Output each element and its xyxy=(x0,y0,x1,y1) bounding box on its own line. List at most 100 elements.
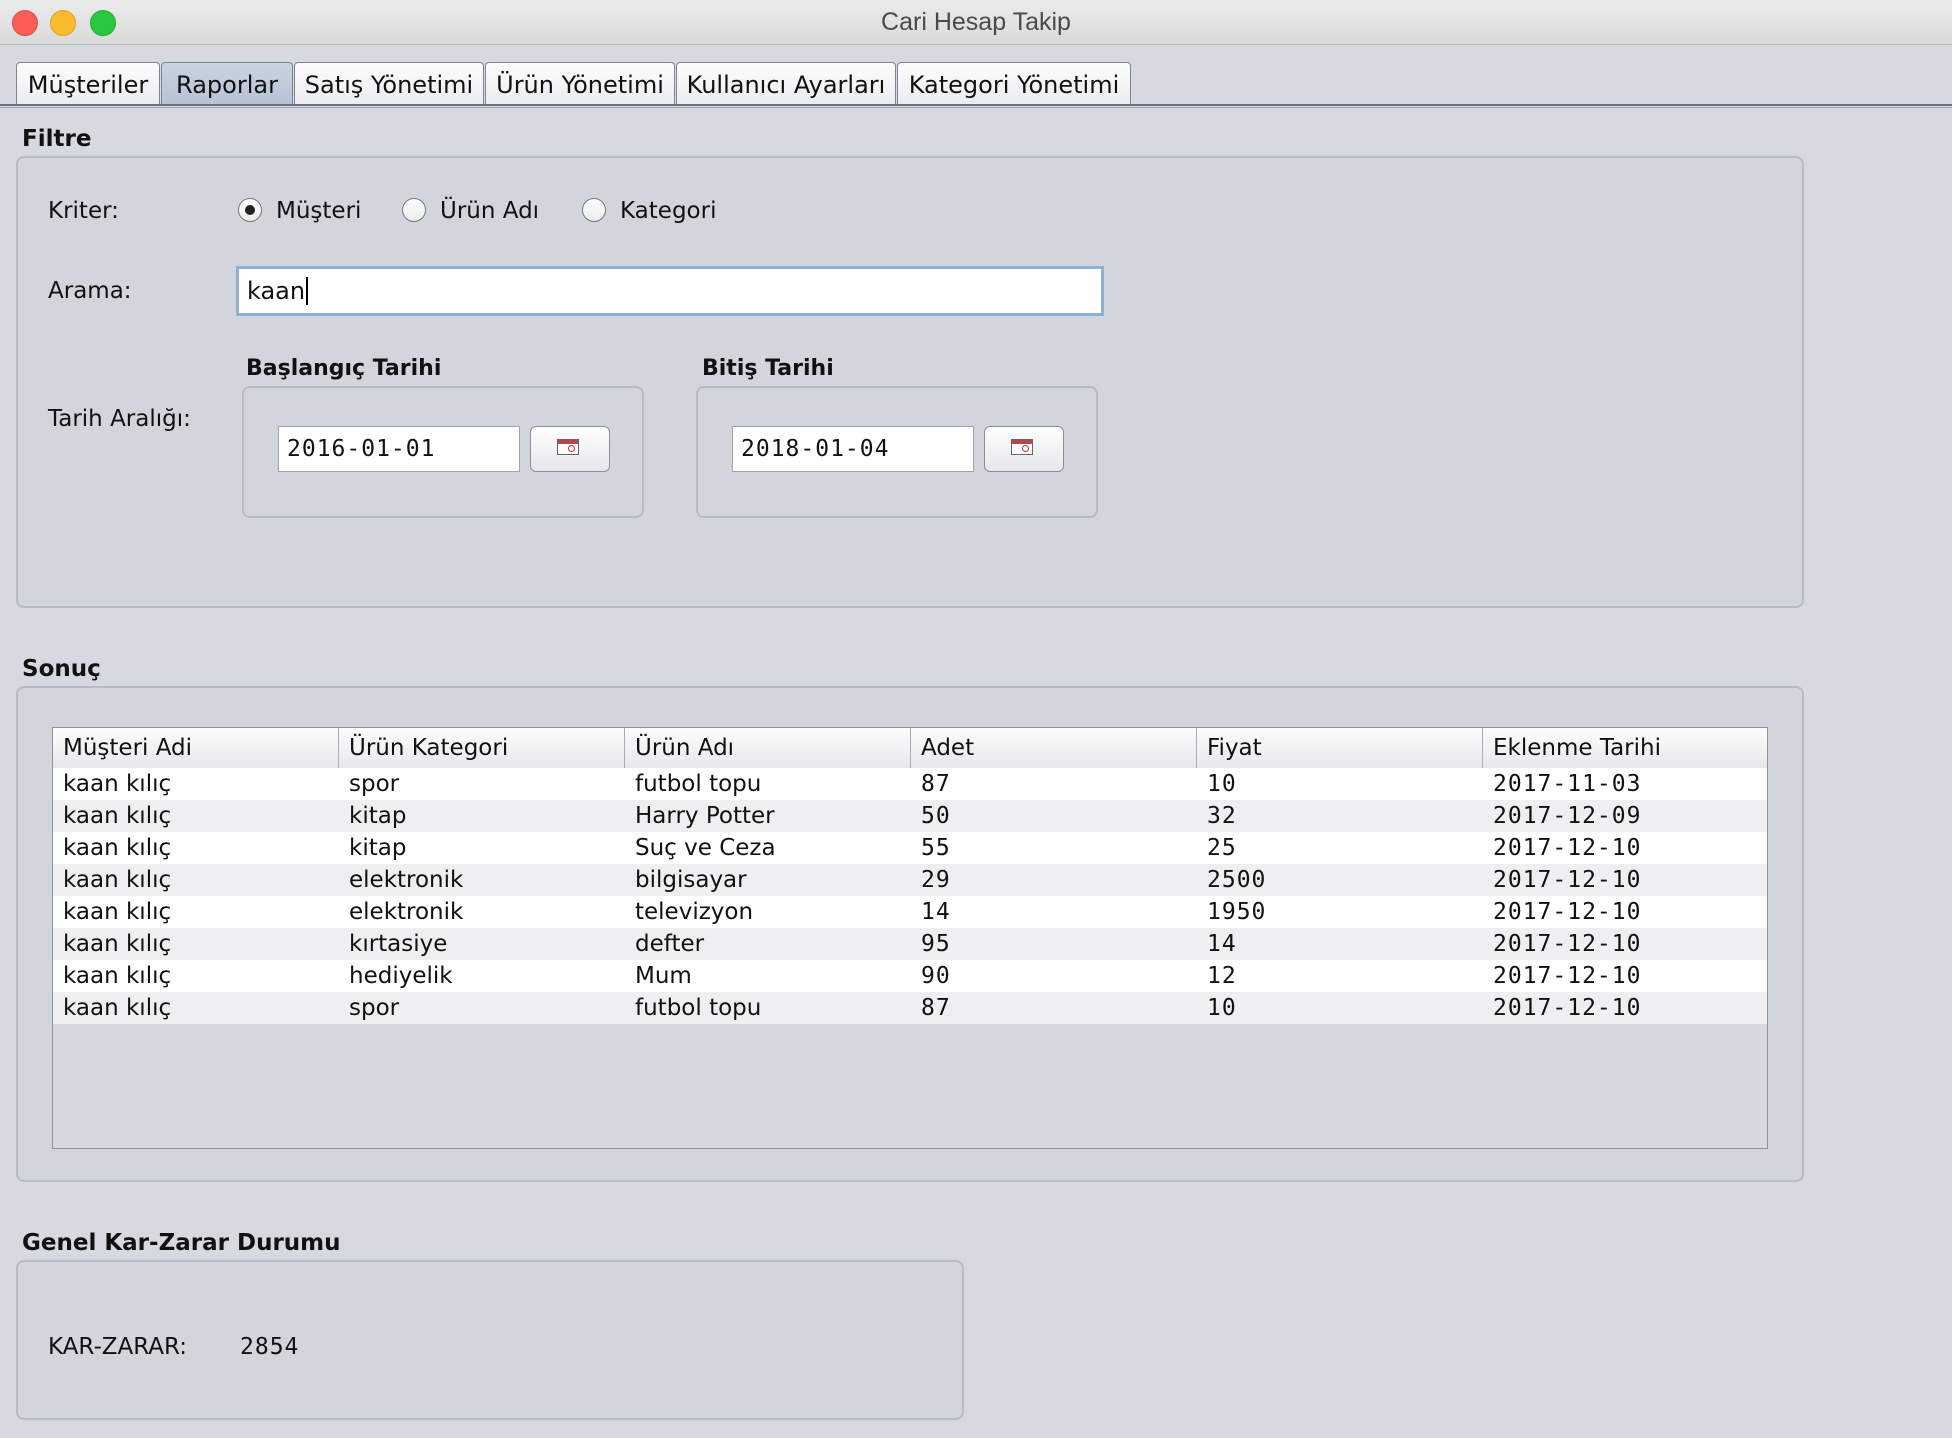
cell-tarih: 2017-12-10 xyxy=(1493,963,1642,989)
column-header-adet[interactable]: Adet xyxy=(911,728,1197,768)
filter-title: Filtre xyxy=(22,126,92,152)
cell-tarih: 2017-12-10 xyxy=(1493,867,1642,893)
title-bar: Cari Hesap Takip xyxy=(0,0,1952,45)
start-date-picker-button[interactable] xyxy=(530,426,610,472)
window-title: Cari Hesap Takip xyxy=(881,8,1071,36)
cell-tarih: 2017-12-10 xyxy=(1493,899,1642,925)
summary-title: Genel Kar-Zarar Durumu xyxy=(22,1230,341,1256)
table-row[interactable]: kaan kılıç kırtasiye defter 95 14 2017-1… xyxy=(53,928,1767,960)
end-date-field[interactable]: 2018-01-04 xyxy=(732,426,974,472)
cell-tarih: 2017-11-03 xyxy=(1493,771,1642,797)
kar-zarar-label: KAR-ZARAR: xyxy=(48,1334,188,1360)
radio-kategori[interactable] xyxy=(582,198,606,222)
criteria-label: Kriter: xyxy=(48,198,119,224)
tab-kullanici-ayarlari[interactable]: Kullanıcı Ayarları xyxy=(676,62,896,104)
search-input-value: kaan xyxy=(247,277,306,305)
radio-musteri-label[interactable]: Müşteri xyxy=(276,198,361,224)
tab-kategori-yonetimi[interactable]: Kategori Yönetimi xyxy=(897,62,1131,104)
tab-musteriler[interactable]: Müşteriler xyxy=(16,62,160,104)
cell-tarih: 2017-12-10 xyxy=(1493,931,1642,957)
table-row[interactable]: kaan kılıç elektronik televizyon 14 1950… xyxy=(53,896,1767,928)
cell-urun-adi: defter xyxy=(635,931,705,957)
search-label: Arama: xyxy=(48,278,132,304)
cell-adet: 90 xyxy=(921,963,951,989)
cell-fiyat: 10 xyxy=(1207,995,1237,1021)
cell-urun-adi: bilgisayar xyxy=(635,867,747,893)
radio-kategori-label[interactable]: Kategori xyxy=(620,198,716,224)
start-date-title: Başlangıç Tarihi xyxy=(246,356,442,381)
start-date-field[interactable]: 2016-01-01 xyxy=(278,426,520,472)
result-table[interactable]: Müşteri Adi Ürün Kategori Ürün Adı Adet … xyxy=(52,727,1768,1149)
cell-kategori: spor xyxy=(349,771,400,797)
end-date-panel: 2018-01-04 xyxy=(696,386,1098,518)
date-range-label: Tarih Aralığı: xyxy=(48,406,191,432)
calendar-icon xyxy=(1011,439,1033,455)
cell-urun-adi: televizyon xyxy=(635,899,754,925)
cell-fiyat: 12 xyxy=(1207,963,1237,989)
cell-musteri: kaan kılıç xyxy=(63,931,172,957)
tab-satis-yonetimi[interactable]: Satış Yönetimi xyxy=(294,62,484,104)
end-date-picker-button[interactable] xyxy=(984,426,1064,472)
radio-urun-adi[interactable] xyxy=(402,198,426,222)
table-row[interactable]: kaan kılıç spor futbol topu 87 10 2017-1… xyxy=(53,992,1767,1024)
column-header-eklenme-tarihi[interactable]: Eklenme Tarihi xyxy=(1483,728,1767,768)
cell-kategori: elektronik xyxy=(349,867,464,893)
column-header-urun-adi[interactable]: Ürün Adı xyxy=(625,728,911,768)
cell-adet: 87 xyxy=(921,995,951,1021)
cell-fiyat: 25 xyxy=(1207,835,1237,861)
cell-adet: 50 xyxy=(921,803,951,829)
cell-kategori: kitap xyxy=(349,803,407,829)
cell-adet: 55 xyxy=(921,835,951,861)
cell-fiyat: 2500 xyxy=(1207,867,1267,893)
end-date-title: Bitiş Tarihi xyxy=(702,356,834,381)
cell-kategori: spor xyxy=(349,995,400,1021)
cell-adet: 95 xyxy=(921,931,951,957)
result-title: Sonuç xyxy=(22,656,101,682)
cell-kategori: kırtasiye xyxy=(349,931,448,957)
cell-kategori: kitap xyxy=(349,835,407,861)
cell-musteri: kaan kılıç xyxy=(63,803,172,829)
search-input[interactable]: kaan xyxy=(236,266,1104,316)
cell-adet: 29 xyxy=(921,867,951,893)
cell-urun-adi: Mum xyxy=(635,963,692,989)
column-header-fiyat[interactable]: Fiyat xyxy=(1197,728,1483,768)
cell-adet: 87 xyxy=(921,771,951,797)
column-header-musteri-adi[interactable]: Müşteri Adi xyxy=(53,728,339,768)
start-date-panel: 2016-01-01 xyxy=(242,386,644,518)
text-caret xyxy=(306,277,309,305)
column-header-urun-kategori[interactable]: Ürün Kategori xyxy=(339,728,625,768)
cell-tarih: 2017-12-10 xyxy=(1493,835,1642,861)
cell-adet: 14 xyxy=(921,899,951,925)
cell-musteri: kaan kılıç xyxy=(63,867,172,893)
cell-musteri: kaan kılıç xyxy=(63,771,172,797)
cell-kategori: elektronik xyxy=(349,899,464,925)
cell-fiyat: 10 xyxy=(1207,771,1237,797)
radio-musteri[interactable] xyxy=(238,198,262,222)
table-row[interactable]: kaan kılıç spor futbol topu 87 10 2017-1… xyxy=(53,768,1767,800)
cell-urun-adi: futbol topu xyxy=(635,771,762,797)
cell-musteri: kaan kılıç xyxy=(63,899,172,925)
cell-tarih: 2017-12-10 xyxy=(1493,995,1642,1021)
table-row[interactable]: kaan kılıç elektronik bilgisayar 29 2500… xyxy=(53,864,1767,896)
cell-urun-adi: Harry Potter xyxy=(635,803,775,829)
kar-zarar-value: 2854 xyxy=(240,1334,300,1360)
cell-fiyat: 32 xyxy=(1207,803,1237,829)
filter-panel: Kriter: Müşteri Ürün Adı Kategori Arama:… xyxy=(16,156,1804,608)
tab-raporlar[interactable]: Raporlar xyxy=(161,62,293,104)
radio-urun-adi-label[interactable]: Ürün Adı xyxy=(440,198,539,224)
calendar-icon xyxy=(557,439,579,455)
tab-urun-yonetimi[interactable]: Ürün Yönetimi xyxy=(485,62,675,104)
cell-musteri: kaan kılıç xyxy=(63,963,172,989)
cell-musteri: kaan kılıç xyxy=(63,835,172,861)
cell-tarih: 2017-12-09 xyxy=(1493,803,1642,829)
cell-fiyat: 1950 xyxy=(1207,899,1267,925)
summary-panel: KAR-ZARAR: 2854 xyxy=(16,1260,964,1420)
tab-divider xyxy=(0,104,1952,108)
cell-fiyat: 14 xyxy=(1207,931,1237,957)
cell-urun-adi: Suç ve Ceza xyxy=(635,835,776,861)
table-row[interactable]: kaan kılıç kitap Suç ve Ceza 55 25 2017-… xyxy=(53,832,1767,864)
table-row[interactable]: kaan kılıç hediyelik Mum 90 12 2017-12-1… xyxy=(53,960,1767,992)
table-row[interactable]: kaan kılıç kitap Harry Potter 50 32 2017… xyxy=(53,800,1767,832)
cell-urun-adi: futbol topu xyxy=(635,995,762,1021)
table-header: Müşteri Adi Ürün Kategori Ürün Adı Adet … xyxy=(53,728,1767,769)
